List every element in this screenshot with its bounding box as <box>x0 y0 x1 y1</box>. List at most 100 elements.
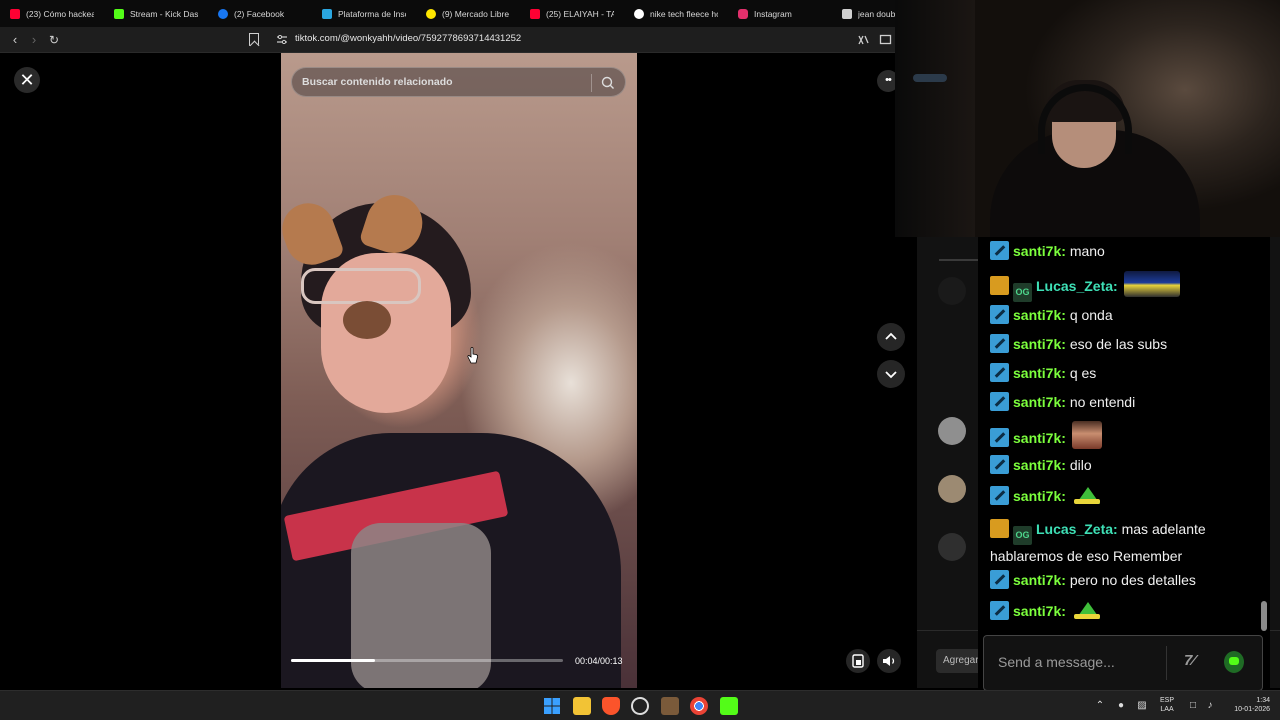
video-frame-glasses <box>301 268 421 304</box>
chat-message-text: dilo <box>1069 457 1092 473</box>
moderator-badge-icon <box>990 570 1009 589</box>
video-progress-bar[interactable] <box>291 659 563 662</box>
video-progress-fill <box>291 659 376 662</box>
close-icon[interactable]: ✕ <box>14 67 40 93</box>
kick-icon[interactable] <box>720 697 738 715</box>
browser-tab[interactable]: Plataforma de Inscr <box>312 0 416 27</box>
related-search-box[interactable]: Buscar contenido relacionado <box>291 67 626 97</box>
video-frame-graphic <box>351 523 491 688</box>
miniplayer-button[interactable] <box>846 649 870 673</box>
browser-tab[interactable]: Stream - Kick Dash <box>104 0 208 27</box>
hat-emote-icon <box>1072 600 1102 622</box>
file-explorer-icon[interactable] <box>573 697 591 715</box>
speaker-icon[interactable]: ♪ <box>1204 700 1216 712</box>
chat-message: santi7k: q es <box>990 362 1096 384</box>
keyboard-icon[interactable]: ▨ <box>1136 700 1148 712</box>
tiktok-video-page: ✕ Buscar contenido relacionado 00:04/00:… <box>0 53 905 688</box>
avatar[interactable] <box>938 417 966 445</box>
microphone-icon[interactable]: ● <box>1115 700 1127 712</box>
search-icon[interactable] <box>600 75 616 91</box>
chat-username[interactable]: Lucas_Zeta <box>1036 521 1113 537</box>
avatar[interactable] <box>938 533 966 561</box>
comments-tab-underline <box>939 259 979 261</box>
system-clock[interactable]: 1:34 10-01-2026 <box>1224 696 1270 714</box>
next-video-button[interactable] <box>877 360 905 388</box>
volume-button[interactable] <box>877 649 901 673</box>
bookmark-icon[interactable] <box>249 33 259 46</box>
chat-input-box[interactable]: Send a message... 7⁄ <box>983 635 1263 691</box>
chat-username[interactable]: santi7k <box>1013 488 1061 504</box>
chat-username[interactable]: santi7k <box>1013 365 1061 381</box>
hat-emote-icon <box>1072 485 1102 507</box>
chat-username[interactable]: Lucas_Zeta <box>1036 278 1113 294</box>
language-indicator[interactable]: ESP LAA <box>1160 696 1174 714</box>
chat-username[interactable]: santi7k <box>1013 603 1061 619</box>
avatar[interactable] <box>938 475 966 503</box>
related-search-input[interactable]: Buscar contenido relacionado <box>302 76 453 88</box>
chat-message-text: eso de las subs <box>1069 336 1168 352</box>
chat-username-colon: : <box>1061 430 1066 446</box>
previous-video-button[interactable] <box>877 323 905 351</box>
chat-input-divider <box>1166 646 1167 680</box>
site-settings-icon[interactable] <box>277 35 287 44</box>
browser-tab[interactable]: (9) Mercado Libre C <box>416 0 520 27</box>
chat-message: santi7k: mano <box>990 240 1105 262</box>
chrome-icon[interactable] <box>690 697 708 715</box>
network-icon[interactable]: □ <box>1187 700 1199 712</box>
chevron-down-icon <box>885 371 897 379</box>
chat-message: santi7k: <box>990 485 1102 507</box>
chat-username[interactable]: santi7k <box>1013 572 1061 588</box>
browser-tab[interactable]: nike tech fleece hoo <box>624 0 728 27</box>
chat-input[interactable]: Send a message... <box>998 654 1115 670</box>
obs-icon[interactable] <box>631 697 649 715</box>
chat-message-text: q onda <box>1069 307 1113 323</box>
face-emote-icon <box>1071 421 1102 449</box>
windows-start-icon[interactable] <box>543 697 561 715</box>
clock-date: 10-01-2026 <box>1234 706 1270 713</box>
avatar[interactable] <box>938 277 966 305</box>
back-icon[interactable]: ‹ <box>7 32 23 48</box>
browser-tab[interactable]: (25) ELAIYAH - TAN <box>520 0 624 27</box>
chevron-up-icon[interactable]: ⌃ <box>1094 700 1106 712</box>
chat-username-colon: : <box>1113 278 1118 294</box>
translate-icon[interactable] <box>857 33 870 46</box>
browser-tab[interactable]: (2) Facebook <box>208 0 312 27</box>
chat-username[interactable]: santi7k <box>1013 394 1061 410</box>
chat-message: santi7k: eso de las subs <box>990 333 1167 355</box>
webcam-background-door <box>895 0 975 237</box>
kick-icon <box>114 8 124 19</box>
chat-username[interactable]: santi7k <box>1013 307 1061 323</box>
search-divider <box>591 74 592 92</box>
chat-username[interactable]: santi7k <box>1013 243 1061 259</box>
brave-browser-icon[interactable] <box>602 697 620 715</box>
chat-username[interactable]: santi7k <box>1013 457 1061 473</box>
tab-label: (9) Mercado Libre C <box>442 8 510 19</box>
moderator-badge-icon <box>990 428 1009 447</box>
minecraft-icon[interactable] <box>661 697 679 715</box>
chat-username-colon: : <box>1061 307 1066 323</box>
forward-icon[interactable]: › <box>26 32 42 48</box>
chat-username[interactable]: santi7k <box>1013 336 1061 352</box>
chat-send-icon[interactable] <box>1224 651 1244 673</box>
crown-badge-icon <box>990 519 1009 538</box>
emote-picker-button[interactable]: 7⁄ <box>1184 652 1208 672</box>
miniplayer-icon <box>852 654 864 668</box>
url-field[interactable]: tiktok.com/@wonkyahh/video/7592778693714… <box>295 33 521 44</box>
tab-label: Plataforma de Inscr <box>338 8 406 19</box>
clock-time: 1:34 <box>1256 697 1270 704</box>
tab-label: (2) Facebook <box>234 8 285 19</box>
tab-label: Instagram <box>754 8 792 19</box>
moderator-badge-icon <box>990 392 1009 411</box>
webcam-background-light <box>913 74 947 82</box>
browser-tab[interactable]: Instagram <box>728 0 832 27</box>
browser-tab[interactable]: jean double <box>832 0 895 27</box>
chat-username[interactable]: santi7k <box>1013 430 1061 446</box>
browser-tab[interactable]: (23) Cómo hackear <box>0 0 104 27</box>
chat-scrollbar[interactable] <box>1261 601 1267 631</box>
chat-username-colon: : <box>1061 572 1066 588</box>
chat-message: santi7k: pero no des detalles <box>990 569 1196 591</box>
reload-icon[interactable]: ↻ <box>46 32 62 48</box>
screen-capture-icon[interactable] <box>879 33 892 46</box>
tab-label: Stream - Kick Dash <box>130 8 198 19</box>
video-player[interactable] <box>281 53 637 688</box>
